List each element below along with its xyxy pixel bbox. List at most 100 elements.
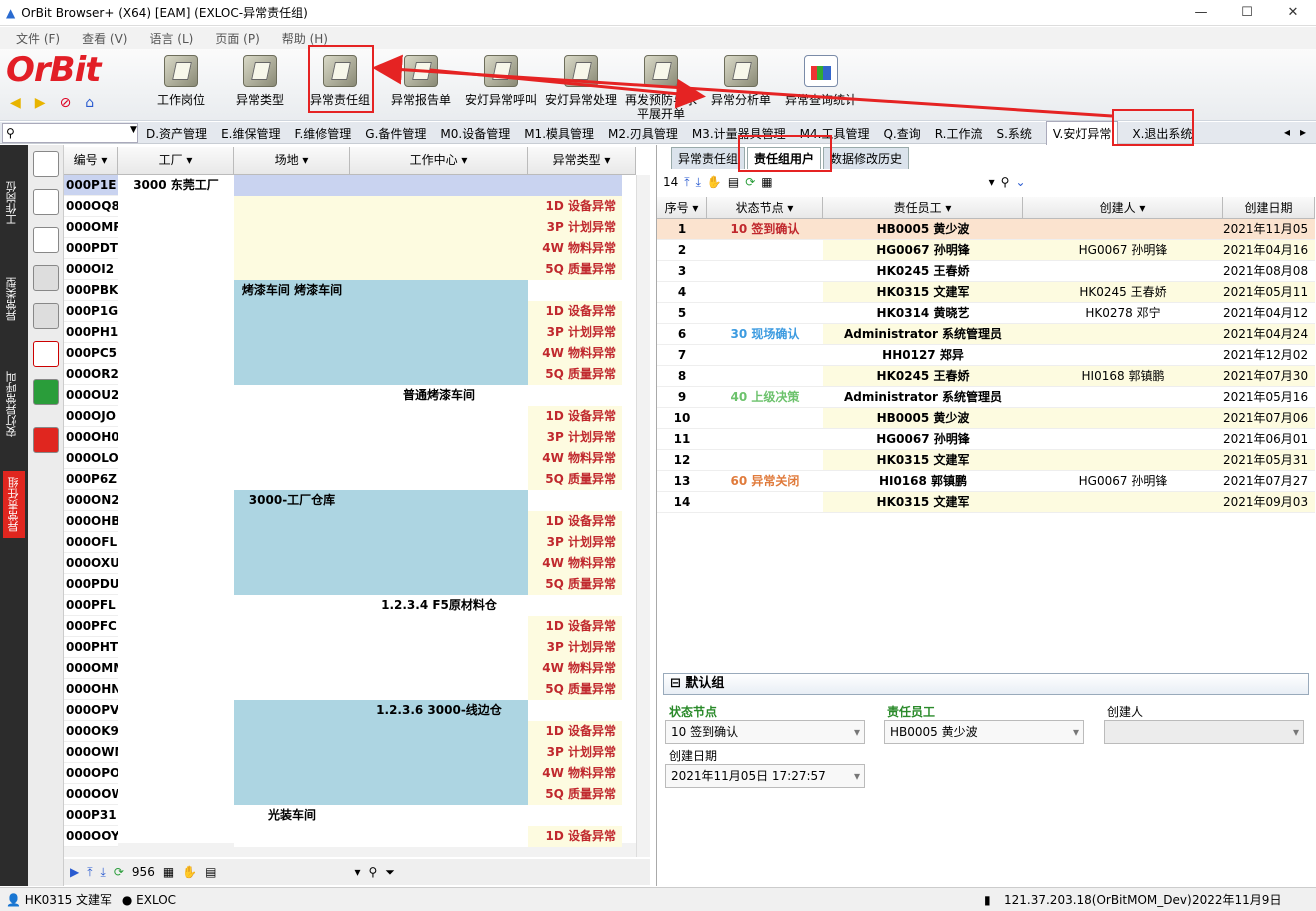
top-icon[interactable]: ⤒ <box>87 865 92 880</box>
status-select[interactable]: 10 签到确认 <box>665 720 865 744</box>
edit-icon[interactable] <box>32 227 59 253</box>
cell-status[interactable] <box>707 366 823 387</box>
row-exception-type[interactable]: 3P 计划异常 <box>528 217 622 238</box>
row-site-cell[interactable] <box>234 217 350 238</box>
row-site-cell[interactable] <box>234 511 350 532</box>
row-code[interactable]: 000OHN <box>64 679 118 700</box>
row-workcenter-cell[interactable] <box>350 511 528 532</box>
bottom-icon[interactable]: ⤓ <box>696 175 701 190</box>
row-workcenter-cell[interactable] <box>350 574 528 595</box>
ribbon-andon-call[interactable]: 安灯异常呼叫 <box>460 53 542 107</box>
cell-seq[interactable]: 12 <box>657 450 707 471</box>
cell-date[interactable]: 2021年04月24 <box>1223 324 1315 345</box>
row-exception-type[interactable] <box>528 175 622 196</box>
row-exception-type[interactable]: 5Q 质量异常 <box>528 679 622 700</box>
dropdown-icon[interactable]: ▾ <box>989 175 995 189</box>
cell-seq[interactable]: 9 <box>657 387 707 408</box>
cell-employee[interactable]: HK0315 文建军 <box>823 492 1023 513</box>
cell-creator[interactable]: HG0067 孙明锋 <box>1023 471 1223 492</box>
row-exception-type[interactable]: 4W 物料异常 <box>528 658 622 679</box>
row-workcenter-cell[interactable] <box>350 322 528 343</box>
cell-seq[interactable]: 4 <box>657 282 707 303</box>
undo-icon[interactable] <box>32 303 59 329</box>
row-workcenter-cell[interactable] <box>350 364 528 385</box>
row-site-cell[interactable] <box>234 763 350 784</box>
cell-employee[interactable]: HG0067 孙明锋 <box>823 240 1023 261</box>
cell-status[interactable] <box>707 345 823 366</box>
delete-icon[interactable] <box>32 341 59 367</box>
row-exception-type[interactable]: 3P 计划异常 <box>528 532 622 553</box>
nav-icon[interactable]: ▶ <box>70 865 79 879</box>
row-workcenter-cell[interactable] <box>350 280 528 301</box>
side-tab-work-post[interactable]: 工作岗位 <box>4 181 20 225</box>
cell-seq[interactable]: 10 <box>657 408 707 429</box>
row-exception-type[interactable]: 1D 设备异常 <box>528 196 622 217</box>
row-workcenter-cell[interactable] <box>350 238 528 259</box>
row-exception-type[interactable] <box>528 805 622 826</box>
row-site-cell[interactable] <box>234 259 350 280</box>
cell-creator[interactable] <box>1023 387 1223 408</box>
row-exception-type[interactable]: 5Q 质量异常 <box>528 469 622 490</box>
row-site-cell[interactable] <box>234 238 350 259</box>
bottom-icon[interactable]: ⤓ <box>101 865 106 880</box>
nav-g[interactable]: G.备件管理 <box>365 125 426 142</box>
row-code[interactable]: 000OOY <box>64 826 118 847</box>
cell-seq[interactable]: 7 <box>657 345 707 366</box>
nav-v[interactable]: V.安灯异常 <box>1045 121 1119 145</box>
cell-employee[interactable]: HI0168 郭镇鹏 <box>823 471 1023 492</box>
row-exception-type[interactable] <box>528 385 622 406</box>
row-code[interactable]: 000OK9 <box>64 721 118 742</box>
cell-employee[interactable]: HK0245 王春娇 <box>823 261 1023 282</box>
row-exception-type[interactable]: 1D 设备异常 <box>528 721 622 742</box>
row-exception-type[interactable]: 4W 物料异常 <box>528 763 622 784</box>
row-code[interactable]: 000P1G <box>64 301 118 322</box>
side-tab-andon-call[interactable]: 安灯异常呼叫 <box>4 371 20 437</box>
row-workcenter-cell[interactable] <box>350 616 528 637</box>
search-input[interactable]: ⚲ <box>2 123 138 143</box>
col-workcenter[interactable]: 工作中心 ▾ <box>350 147 528 175</box>
cell-employee[interactable]: HK0314 黄晓艺 <box>823 303 1023 324</box>
row-workcenter-cell[interactable] <box>350 742 528 763</box>
row-workcenter-cell[interactable] <box>350 406 528 427</box>
cell-status[interactable] <box>707 240 823 261</box>
close-button[interactable]: ✕ <box>1270 0 1316 24</box>
cell-status[interactable]: 60 异常关闭 <box>707 471 823 492</box>
row-code[interactable]: 000OQ8 <box>64 196 118 217</box>
menu-page[interactable]: 页面 (P) <box>215 30 259 47</box>
tab-group-users[interactable]: 责任组用户 <box>747 147 822 169</box>
cell-employee[interactable]: HK0245 王春娇 <box>823 366 1023 387</box>
columns-icon[interactable]: ▦ <box>163 865 174 879</box>
cell-status[interactable]: 10 签到确认 <box>707 219 823 240</box>
cell-employee[interactable]: HB0005 黄少波 <box>823 408 1023 429</box>
dropdown-icon[interactable]: ▾ <box>354 865 360 879</box>
workcenter-cell[interactable]: 1.2.3.6 3000-线边仓 <box>350 700 528 721</box>
minimize-button[interactable]: — <box>1178 0 1224 24</box>
cell-employee[interactable]: HH0127 郑异 <box>823 345 1023 366</box>
cell-creator[interactable] <box>1023 492 1223 513</box>
row-code[interactable]: 000OMM <box>64 658 118 679</box>
nav-m2[interactable]: M2.刃具管理 <box>608 125 678 142</box>
grid-scrollbar[interactable] <box>636 175 650 857</box>
factory-cell[interactable]: 3000 东莞工厂 <box>118 175 234 196</box>
menu-help[interactable]: 帮助 (H) <box>282 30 328 47</box>
row-code[interactable]: 000PDU <box>64 574 118 595</box>
filter-icon[interactable]: ⏷ <box>385 865 395 880</box>
cell-date[interactable]: 2021年08月08 <box>1223 261 1315 282</box>
select-icon[interactable]: ▤ <box>728 175 739 189</box>
row-code[interactable]: 000OI2 <box>64 259 118 280</box>
nav-f[interactable]: F.维修管理 <box>294 125 351 142</box>
row-code[interactable]: 000PFC <box>64 616 118 637</box>
expand-icon[interactable]: ⌄ <box>1015 175 1025 189</box>
row-workcenter-cell[interactable] <box>350 490 528 511</box>
columns-icon[interactable]: ▦ <box>761 175 772 189</box>
cell-creator[interactable]: HK0278 邓宁 <box>1023 303 1223 324</box>
col-site[interactable]: 场地 ▾ <box>234 147 350 175</box>
cell-seq[interactable]: 14 <box>657 492 707 513</box>
row-exception-type[interactable]: 5Q 质量异常 <box>528 784 622 805</box>
copy-icon[interactable] <box>32 189 59 215</box>
row-site-cell[interactable] <box>234 175 350 196</box>
row-site-cell[interactable] <box>234 196 350 217</box>
default-group-header[interactable]: ⊟ 默认组 <box>663 673 1309 695</box>
row-code[interactable]: 000OR2 <box>64 364 118 385</box>
cell-status[interactable] <box>707 429 823 450</box>
